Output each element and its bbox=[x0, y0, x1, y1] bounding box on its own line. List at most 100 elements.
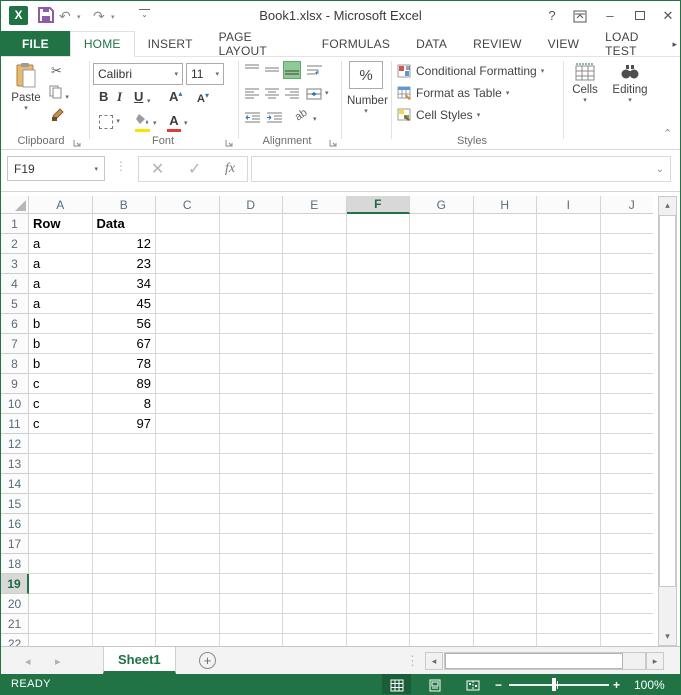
cell-F19[interactable] bbox=[347, 574, 411, 594]
underline-button[interactable]: U bbox=[134, 89, 143, 104]
ribbon-display-options-button[interactable] bbox=[569, 7, 591, 25]
vertical-scrollbar-thumb[interactable] bbox=[659, 215, 676, 587]
format-painter-button[interactable] bbox=[51, 107, 65, 124]
cell-C4[interactable] bbox=[156, 274, 220, 294]
cell-F2[interactable] bbox=[347, 234, 411, 254]
zoom-out-button[interactable]: − bbox=[495, 678, 502, 692]
cell-A13[interactable] bbox=[29, 454, 93, 474]
cell-J4[interactable] bbox=[601, 274, 654, 294]
cell-D10[interactable] bbox=[220, 394, 284, 414]
cell-B10[interactable]: 8 bbox=[93, 394, 157, 414]
cell-J3[interactable] bbox=[601, 254, 654, 274]
cell-G9[interactable] bbox=[410, 374, 474, 394]
cell-A12[interactable] bbox=[29, 434, 93, 454]
cell-J9[interactable] bbox=[601, 374, 654, 394]
fill-color-button[interactable]: ▾ bbox=[135, 113, 150, 132]
help-button[interactable]: ? bbox=[541, 7, 563, 25]
cell-C22[interactable] bbox=[156, 634, 220, 646]
row-header-16[interactable]: 16 bbox=[1, 514, 29, 534]
cell-C10[interactable] bbox=[156, 394, 220, 414]
cell-G4[interactable] bbox=[410, 274, 474, 294]
cell-C17[interactable] bbox=[156, 534, 220, 554]
row-header-14[interactable]: 14 bbox=[1, 474, 29, 494]
column-header-I[interactable]: I bbox=[537, 196, 601, 214]
cell-I11[interactable] bbox=[537, 414, 601, 434]
cell-C13[interactable] bbox=[156, 454, 220, 474]
column-header-E[interactable]: E bbox=[283, 196, 347, 214]
cell-A19[interactable] bbox=[29, 574, 93, 594]
merge-center-button[interactable] bbox=[305, 85, 323, 103]
cell-F21[interactable] bbox=[347, 614, 411, 634]
cell-E20[interactable] bbox=[283, 594, 347, 614]
cell-H16[interactable] bbox=[474, 514, 538, 534]
cell-B21[interactable] bbox=[93, 614, 157, 634]
cell-I18[interactable] bbox=[537, 554, 601, 574]
cell-I15[interactable] bbox=[537, 494, 601, 514]
cell-H12[interactable] bbox=[474, 434, 538, 454]
cell-G5[interactable] bbox=[410, 294, 474, 314]
cell-H6[interactable] bbox=[474, 314, 538, 334]
cell-A21[interactable] bbox=[29, 614, 93, 634]
cell-C16[interactable] bbox=[156, 514, 220, 534]
tab-insert[interactable]: INSERT bbox=[135, 31, 206, 56]
cell-D21[interactable] bbox=[220, 614, 284, 634]
cell-E12[interactable] bbox=[283, 434, 347, 454]
column-header-J[interactable]: J bbox=[601, 196, 654, 214]
cell-H7[interactable] bbox=[474, 334, 538, 354]
cut-button[interactable]: ✂ bbox=[51, 63, 62, 79]
cell-D7[interactable] bbox=[220, 334, 284, 354]
cell-B14[interactable] bbox=[93, 474, 157, 494]
shrink-font-button[interactable]: A▾ bbox=[197, 91, 209, 105]
cell-F4[interactable] bbox=[347, 274, 411, 294]
cell-E5[interactable] bbox=[283, 294, 347, 314]
cell-J5[interactable] bbox=[601, 294, 654, 314]
paste-button[interactable]: Paste ▾ bbox=[9, 63, 43, 129]
row-header-4[interactable]: 4 bbox=[1, 274, 29, 294]
row-header-6[interactable]: 6 bbox=[1, 314, 29, 334]
font-size-select[interactable]: 11 ▾ bbox=[186, 63, 224, 85]
tab-formulas[interactable]: FORMULAS bbox=[309, 31, 403, 56]
cell-G2[interactable] bbox=[410, 234, 474, 254]
cell-F1[interactable] bbox=[347, 214, 411, 234]
vertical-scrollbar[interactable]: ▴ ▾ bbox=[658, 196, 677, 646]
cell-H9[interactable] bbox=[474, 374, 538, 394]
row-header-2[interactable]: 2 bbox=[1, 234, 29, 254]
cell-J2[interactable] bbox=[601, 234, 654, 254]
enter-entry-button[interactable]: ✓ bbox=[188, 159, 201, 179]
column-header-B[interactable]: B bbox=[93, 196, 157, 214]
cell-A10[interactable]: c bbox=[29, 394, 93, 414]
cell-F13[interactable] bbox=[347, 454, 411, 474]
scroll-left-button[interactable]: ◂ bbox=[425, 652, 443, 670]
cell-B2[interactable]: 12 bbox=[93, 234, 157, 254]
merge-dropdown-icon[interactable]: ▾ bbox=[325, 89, 329, 97]
cell-G17[interactable] bbox=[410, 534, 474, 554]
cell-G11[interactable] bbox=[410, 414, 474, 434]
normal-view-button[interactable] bbox=[382, 674, 411, 695]
cell-B8[interactable]: 78 bbox=[93, 354, 157, 374]
cell-D20[interactable] bbox=[220, 594, 284, 614]
row-header-5[interactable]: 5 bbox=[1, 294, 29, 314]
cell-A9[interactable]: c bbox=[29, 374, 93, 394]
cell-J6[interactable] bbox=[601, 314, 654, 334]
row-header-11[interactable]: 11 bbox=[1, 414, 29, 434]
cells-button[interactable]: Cells ▾ bbox=[567, 63, 603, 104]
conditional-formatting-button[interactable]: Conditional Formatting ▾ bbox=[397, 61, 544, 81]
cell-D1[interactable] bbox=[220, 214, 284, 234]
cell-B6[interactable]: 56 bbox=[93, 314, 157, 334]
row-header-18[interactable]: 18 bbox=[1, 554, 29, 574]
cell-I3[interactable] bbox=[537, 254, 601, 274]
cell-I4[interactable] bbox=[537, 274, 601, 294]
horizontal-scrollbar[interactable] bbox=[444, 652, 646, 670]
cell-F17[interactable] bbox=[347, 534, 411, 554]
cell-E16[interactable] bbox=[283, 514, 347, 534]
cell-A3[interactable]: a bbox=[29, 254, 93, 274]
cell-H19[interactable] bbox=[474, 574, 538, 594]
cell-C7[interactable] bbox=[156, 334, 220, 354]
cell-I2[interactable] bbox=[537, 234, 601, 254]
cancel-entry-button[interactable]: ✕ bbox=[151, 159, 164, 179]
font-dialog-launcher[interactable] bbox=[225, 137, 235, 147]
cell-A4[interactable]: a bbox=[29, 274, 93, 294]
new-sheet-button[interactable]: + bbox=[199, 652, 216, 669]
cell-B5[interactable]: 45 bbox=[93, 294, 157, 314]
row-header-1[interactable]: 1 bbox=[1, 214, 29, 234]
